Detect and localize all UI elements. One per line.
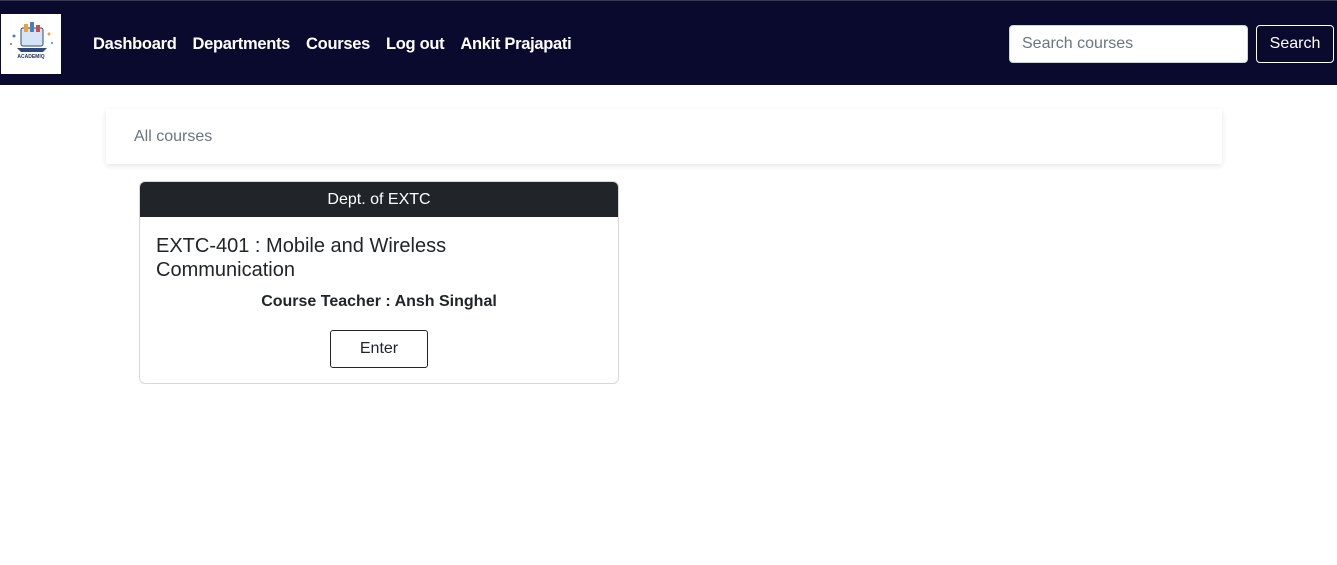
course-card: Dept. of EXTC EXTC-401 : Mobile and Wire… <box>139 181 619 384</box>
top-navbar: ACADEMIQ Dashboard Departments Courses L… <box>0 0 1337 85</box>
breadcrumb: All courses <box>106 109 1222 164</box>
breadcrumb-all-courses[interactable]: All courses <box>134 128 212 146</box>
course-title: EXTC-401 : Mobile and Wireless Communica… <box>156 235 447 281</box>
course-department-header: Dept. of EXTC <box>140 182 618 217</box>
search-input[interactable] <box>1009 25 1248 63</box>
enter-course-button[interactable]: Enter <box>330 330 428 368</box>
nav-dashboard-link[interactable]: Dashboard <box>93 33 177 55</box>
logo-wordmark: ACADEMIQ <box>17 54 44 60</box>
course-teacher: Course Teacher : Ansh Singhal <box>261 293 497 310</box>
nav-courses-link[interactable]: Courses <box>306 33 370 55</box>
nav-departments-link[interactable]: Departments <box>192 33 290 55</box>
nav-logout-link[interactable]: Log out <box>386 33 445 55</box>
nav-user-profile-link[interactable]: Ankit Prajapati <box>460 33 571 55</box>
search-button[interactable]: Search <box>1256 25 1334 63</box>
academiq-logo[interactable]: ACADEMIQ <box>1 14 61 74</box>
main-nav: Dashboard Departments Courses Log out An… <box>93 33 572 55</box>
